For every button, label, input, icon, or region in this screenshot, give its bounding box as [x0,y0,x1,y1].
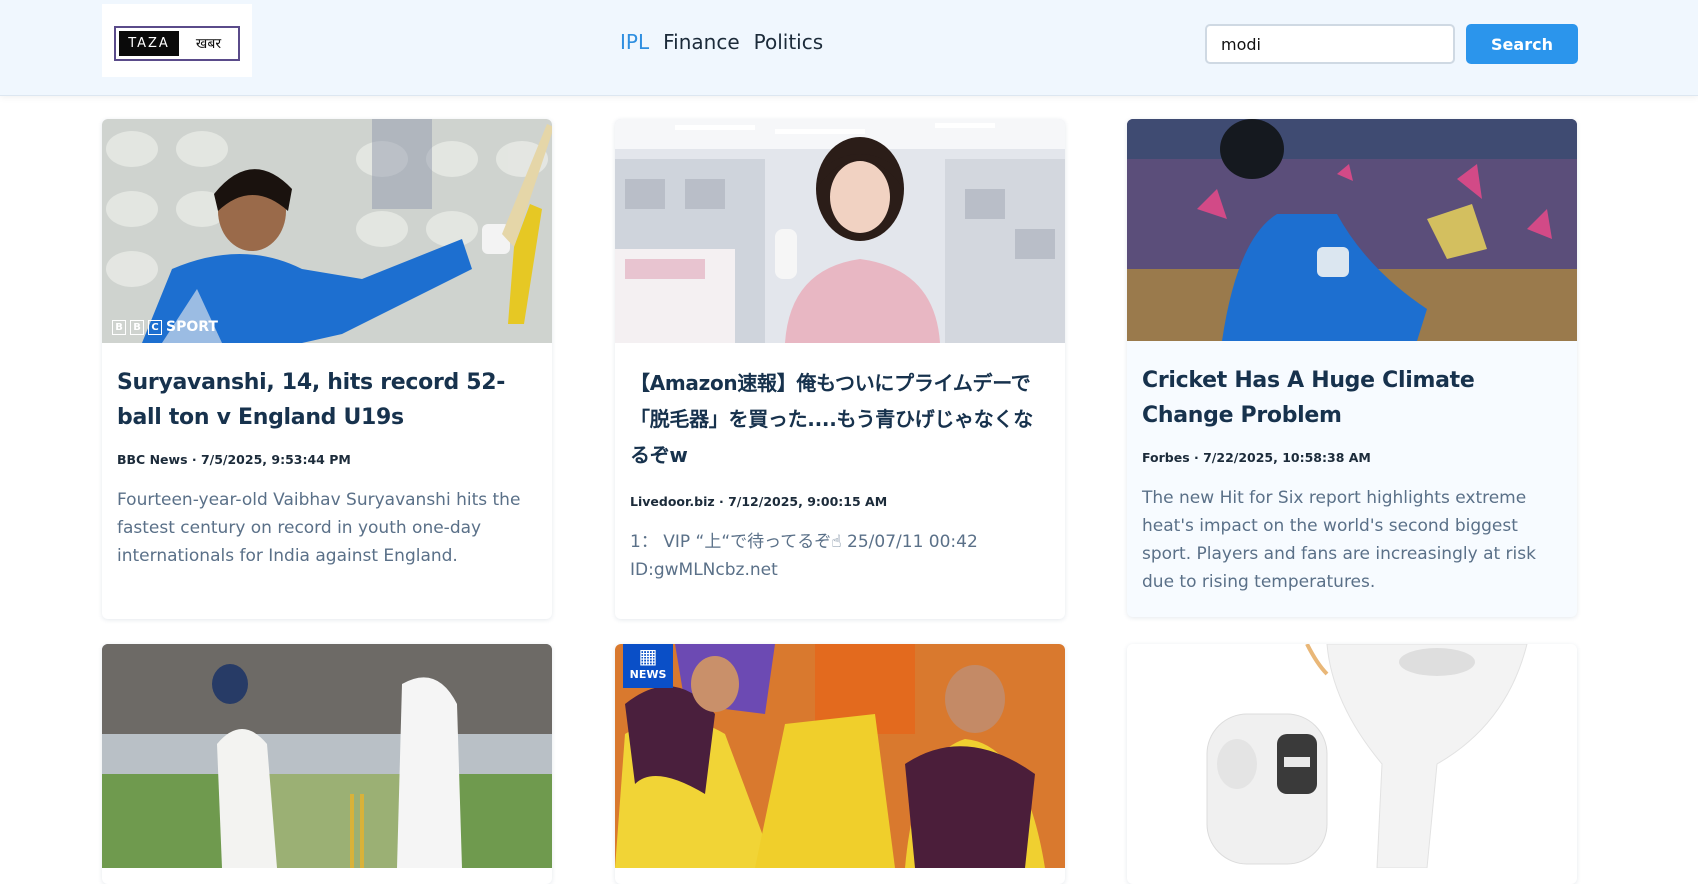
article-image[interactable]: BBC SPORT [102,119,552,343]
article-card[interactable]: BBC SPORT Suryavanshi, 14, hits record 5… [102,119,552,619]
article-description: 1： VIP “上“で待ってるぞ☝ 25/07/11 00:42 ID:gwML… [630,532,978,580]
category-nav: IPL Finance Politics [620,30,823,54]
article-card[interactable] [1127,644,1577,884]
article-description: The new Hit for Six report highlights ex… [1142,488,1536,592]
navbar: TAZA खबर IPL Finance Politics Search [0,0,1698,96]
article-image[interactable] [615,119,1065,343]
article-meta: BBC News · 7/5/2025, 9:53:44 PM [117,452,351,467]
article-card[interactable]: Cricket Has A Huge Climate Change Proble… [1127,119,1577,617]
logo-text-right: खबर [195,36,222,52]
article-meta: Forbes · 7/22/2025, 10:58:38 AM [1142,450,1371,465]
article-card[interactable] [102,644,552,884]
nav-link-ipl[interactable]: IPL [620,30,649,54]
article-description: Fourteen-year-old Vaibhav Suryavanshi hi… [117,490,521,566]
article-image[interactable] [102,644,552,868]
search-button[interactable]: Search [1466,24,1578,64]
search-input[interactable] [1205,24,1455,64]
article-title[interactable]: Cricket Has A Huge Climate Change Proble… [1142,363,1562,433]
article-title[interactable]: 【Amazon速報】俺もついにプライムデーで「脱毛器」を買った....もう青ひげ… [630,365,1050,473]
abc-news-badge: ▦ NEWS [623,644,673,688]
article-image[interactable]: ▦ NEWS [615,644,1065,868]
logo-text-left: TAZA [119,31,179,56]
article-image[interactable] [1127,119,1577,341]
article-card[interactable]: ▦ NEWS [615,644,1065,884]
nav-link-finance[interactable]: Finance [663,30,740,54]
article-meta: Livedoor.biz · 7/12/2025, 9:00:15 AM [630,494,888,509]
nav-link-politics[interactable]: Politics [754,30,824,54]
logo-mark: TAZA खबर [114,26,240,61]
article-image[interactable] [1127,644,1577,868]
article-card[interactable]: 【Amazon速報】俺もついにプライムデーで「脱毛器」を買った....もう青ひげ… [615,119,1065,619]
logo[interactable]: TAZA खबर [102,4,252,77]
bbc-sport-badge: BBC SPORT [112,319,218,335]
article-title[interactable]: Suryavanshi, 14, hits record 52-ball ton… [117,365,537,435]
